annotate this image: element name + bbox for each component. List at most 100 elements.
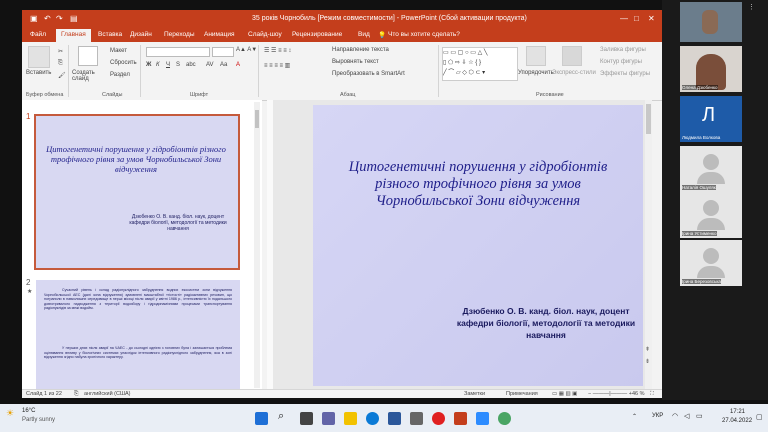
shape-fill-button[interactable]: Заливка фигуры (600, 47, 646, 53)
participant-video[interactable] (680, 2, 742, 42)
language-status[interactable]: английский (США) (84, 391, 131, 397)
search-icon[interactable]: ⌕ (278, 410, 284, 423)
minimize-icon[interactable]: — (620, 14, 628, 23)
thumb-scrollbar[interactable] (254, 102, 260, 388)
font-size-input[interactable] (212, 47, 234, 57)
tray-chevron-icon[interactable]: ⌃ (632, 413, 637, 420)
notes-button[interactable]: Заметки (464, 391, 485, 397)
paste-button[interactable]: Вставить (26, 70, 51, 76)
tell-me-search[interactable]: Что вы хотите сделать? (388, 31, 460, 38)
participant-avatar[interactable]: Л Людмила Волкова (680, 96, 742, 142)
redo-icon[interactable]: ↷ (56, 14, 63, 23)
volume-icon[interactable]: ◁ (684, 412, 689, 420)
strike-icon[interactable]: abc (186, 62, 196, 68)
arrange-icon[interactable] (526, 46, 546, 66)
explorer-icon[interactable] (344, 412, 357, 425)
cut-icon[interactable]: ✂ (58, 48, 63, 55)
battery-icon[interactable]: ▭ (696, 412, 703, 420)
weather-desc[interactable]: Partly sunny (22, 417, 55, 423)
wifi-icon[interactable]: ◠ (672, 412, 678, 420)
save-icon[interactable]: ▣ (30, 14, 38, 23)
tab-slideshow[interactable]: Слайд-шоу (248, 31, 282, 38)
chat-icon[interactable] (322, 412, 335, 425)
clock-time[interactable]: 17:21 (730, 409, 745, 415)
convert-smartart-button[interactable]: Преобразовать в SmartArt (332, 71, 405, 77)
tab-view[interactable]: Вид (358, 31, 370, 38)
arrange-button[interactable]: Упорядочить (518, 70, 554, 76)
powerpoint-window: ▣ ↶ ↷ ▤ 35 років Чорнобиль [Режим совмес… (22, 10, 662, 398)
comments-button[interactable]: Примечания (506, 391, 538, 397)
start-slideshow-icon[interactable]: ▤ (70, 14, 78, 23)
slide-thumbnail-1[interactable]: Цитогенетичні порушення у гідробіонтів р… (34, 114, 240, 270)
undo-icon[interactable]: ↶ (44, 14, 51, 23)
tab-file[interactable]: Файл (30, 31, 46, 38)
weather-icon[interactable]: ☀ (6, 408, 14, 419)
participant-avatar[interactable]: Ірина Березовська (680, 240, 742, 286)
start-icon[interactable] (255, 412, 268, 425)
tab-review[interactable]: Рецензирование (292, 31, 342, 38)
powerpoint-icon[interactable] (454, 412, 467, 425)
text-direction-button[interactable]: Направление текста (332, 47, 389, 53)
store-icon[interactable] (410, 412, 423, 425)
reset-button[interactable]: Сбросить (110, 60, 137, 66)
express-styles-button[interactable]: Экспресс-стили (552, 70, 596, 76)
slide-thumbnail-2[interactable]: Сучасний рівень і склад радіонуклідного … (36, 280, 240, 392)
language-indicator[interactable]: УКР (652, 413, 663, 419)
prev-slide-icon[interactable]: ⇞ (645, 346, 650, 353)
bold-icon[interactable]: Ж (146, 62, 151, 68)
section-button[interactable]: Раздел (110, 72, 130, 78)
maximize-icon[interactable]: □ (634, 14, 639, 23)
participant-video[interactable]: Олена Дзюбенко (680, 46, 742, 92)
participant-avatar[interactable]: Ірина Устименко (680, 192, 742, 238)
zoom-level[interactable]: 46 % (632, 391, 645, 397)
spacing-icon[interactable]: AV (206, 62, 214, 68)
shape-effects-button[interactable]: Эффекты фигуры (600, 71, 650, 77)
slide-counter: Слайд 1 из 22 (26, 391, 62, 397)
tab-animation[interactable]: Анимация (204, 31, 235, 38)
current-slide[interactable]: Цитогенетичні порушення у гідробіонтів р… (313, 105, 643, 386)
shapes-gallery[interactable]: ▭ ▭ ▢ ○ ▭ △ ╲ ▯ ⬠ ⇨ ⇩ ☆ { } ╱ ⌒ ▱ ◇ ⬡ ⊂ ▾ (442, 47, 518, 81)
align-icons[interactable]: ≡ ≡ ≡ ≡ ▥ (264, 62, 290, 69)
copy-icon[interactable]: ⎘ (58, 60, 63, 67)
slide-author[interactable]: Дзюбенко О. В. канд. біол. наук, доцент … (453, 305, 639, 341)
view-icons[interactable]: ▭ ▦ ▥ ▣ (552, 391, 577, 397)
zoom-slider[interactable]: − ———|——— + (588, 391, 632, 397)
next-slide-icon[interactable]: ⇟ (645, 358, 650, 365)
font-color-icon[interactable]: A (236, 62, 240, 68)
format-painter-icon[interactable]: 🖌 (58, 72, 66, 79)
weather-temp[interactable]: 16°C (22, 408, 35, 414)
italic-icon[interactable]: К (156, 62, 160, 68)
word-icon[interactable] (388, 412, 401, 425)
case-icon[interactable]: Aa (220, 62, 227, 68)
zoom-app-icon[interactable] (476, 412, 489, 425)
font-grow-icon[interactable]: A▲ A▼ (236, 47, 257, 53)
new-slide-icon[interactable] (78, 46, 98, 66)
tab-transitions[interactable]: Переходы (164, 31, 195, 38)
underline-icon[interactable]: Ч (166, 62, 170, 68)
shadow-icon[interactable]: S (176, 62, 180, 68)
tab-home[interactable]: Главная (56, 29, 91, 42)
notifications-icon[interactable]: ▢ (756, 413, 763, 421)
font-name-input[interactable] (146, 47, 210, 57)
participant-avatar[interactable]: Наталія Ошуляк (680, 146, 742, 192)
list-icons[interactable]: ☰ ☰ ≡ ≡ ↕ (264, 47, 291, 54)
express-styles-icon[interactable] (562, 46, 582, 66)
layout-button[interactable]: Макет (110, 48, 127, 54)
slide-scrollbar[interactable]: ⇞ ⇟ (645, 100, 652, 390)
opera-icon[interactable] (432, 412, 445, 425)
slide-title[interactable]: Цитогенетичні порушення у гідробіонтів р… (333, 159, 623, 210)
spellcheck-icon[interactable]: ⎘ (74, 391, 78, 398)
chrome-icon[interactable] (498, 412, 511, 425)
tab-insert[interactable]: Вставка (98, 31, 122, 38)
fit-slide-icon[interactable]: ⛶ (650, 391, 654, 398)
tab-design[interactable]: Дизайн (130, 31, 152, 38)
align-text-button[interactable]: Выровнять текст (332, 59, 379, 65)
menu-icon[interactable]: ⋮ (748, 3, 755, 11)
new-slide-button[interactable]: Создать слайд (72, 70, 102, 82)
edge-icon[interactable] (366, 412, 379, 425)
shape-outline-button[interactable]: Контур фигуры (600, 59, 642, 65)
close-icon[interactable]: ✕ (648, 14, 655, 23)
task-view-icon[interactable] (300, 412, 313, 425)
clock-date[interactable]: 27.04.2022 (722, 418, 752, 424)
paste-icon[interactable] (28, 46, 50, 68)
